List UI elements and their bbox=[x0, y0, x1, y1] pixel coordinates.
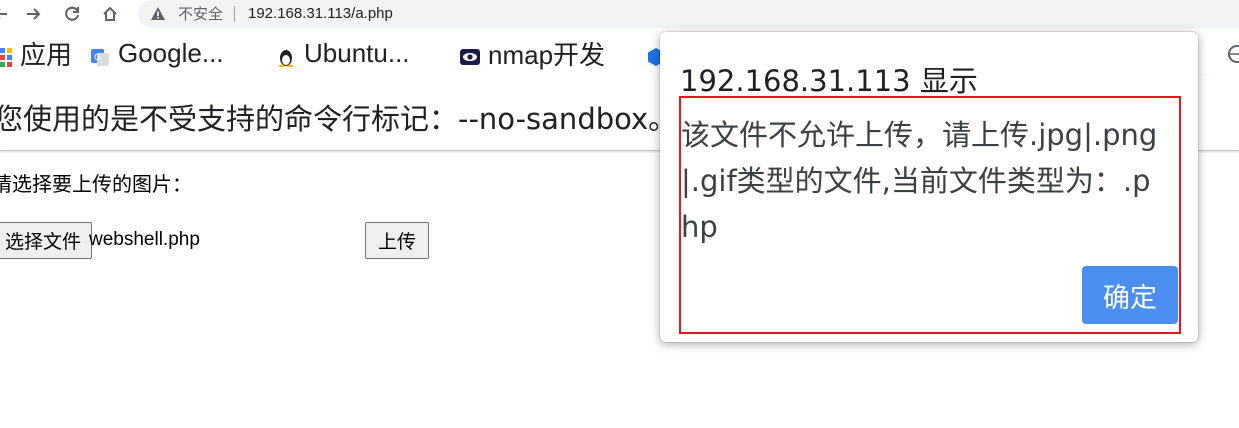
bookmark-nmap[interactable]: nmap开发 bbox=[460, 38, 605, 70]
ok-button[interactable]: 确定 bbox=[1082, 266, 1178, 324]
tux-penguin-icon bbox=[276, 43, 296, 68]
forward-icon[interactable] bbox=[22, 2, 46, 26]
apps-grid-icon bbox=[0, 43, 12, 67]
upload-prompt: 请选择要上传的图片： bbox=[0, 172, 192, 196]
infobar-message: 您使用的是不受支持的命令行标记：--no-sandbox。 bbox=[0, 102, 678, 136]
bookmark-apps[interactable]: 应用 bbox=[0, 38, 72, 70]
home-icon[interactable] bbox=[98, 2, 122, 26]
google-translate-icon: G bbox=[90, 43, 110, 66]
reload-icon[interactable] bbox=[60, 2, 84, 26]
warning-triangle-icon[interactable] bbox=[150, 6, 166, 22]
divider bbox=[234, 6, 235, 22]
bookmark-google[interactable]: G Google... bbox=[90, 38, 224, 68]
bookmark-label: nmap开发 bbox=[488, 39, 606, 70]
bookmark-label: Ubuntu... bbox=[304, 37, 410, 68]
back-icon[interactable] bbox=[0, 2, 12, 26]
url-text[interactable]: 192.168.31.113/a.php bbox=[248, 4, 393, 24]
bookmark-label: Google... bbox=[118, 37, 224, 68]
bookmark-label: 应用 bbox=[20, 39, 73, 70]
svg-text:G: G bbox=[94, 53, 101, 63]
choose-file-button[interactable]: 选择文件 bbox=[0, 222, 93, 259]
dialog-title: 192.168.31.113 显示 bbox=[680, 64, 978, 98]
bookmark-ubuntu[interactable]: Ubuntu... bbox=[276, 38, 410, 68]
selected-file-name: webshell.php bbox=[89, 229, 200, 250]
globe-icon[interactable] bbox=[1226, 44, 1239, 64]
dialog-message: 该文件不允许上传，请上传.jpg|.png|.gif类型的文件,当前文件类型为：… bbox=[681, 118, 1158, 244]
nmap-eye-icon bbox=[460, 43, 480, 65]
alert-dialog: 192.168.31.113 显示 该文件不允许上传，请上传.jpg|.png|… bbox=[660, 32, 1198, 342]
browser-toolbar: 不安全 192.168.31.113/a.php bbox=[0, 0, 1239, 30]
insecure-label[interactable]: 不安全 bbox=[178, 4, 223, 24]
address-bar[interactable]: 不安全 192.168.31.113/a.php bbox=[138, 0, 1239, 28]
upload-button[interactable]: 上传 bbox=[365, 222, 429, 259]
